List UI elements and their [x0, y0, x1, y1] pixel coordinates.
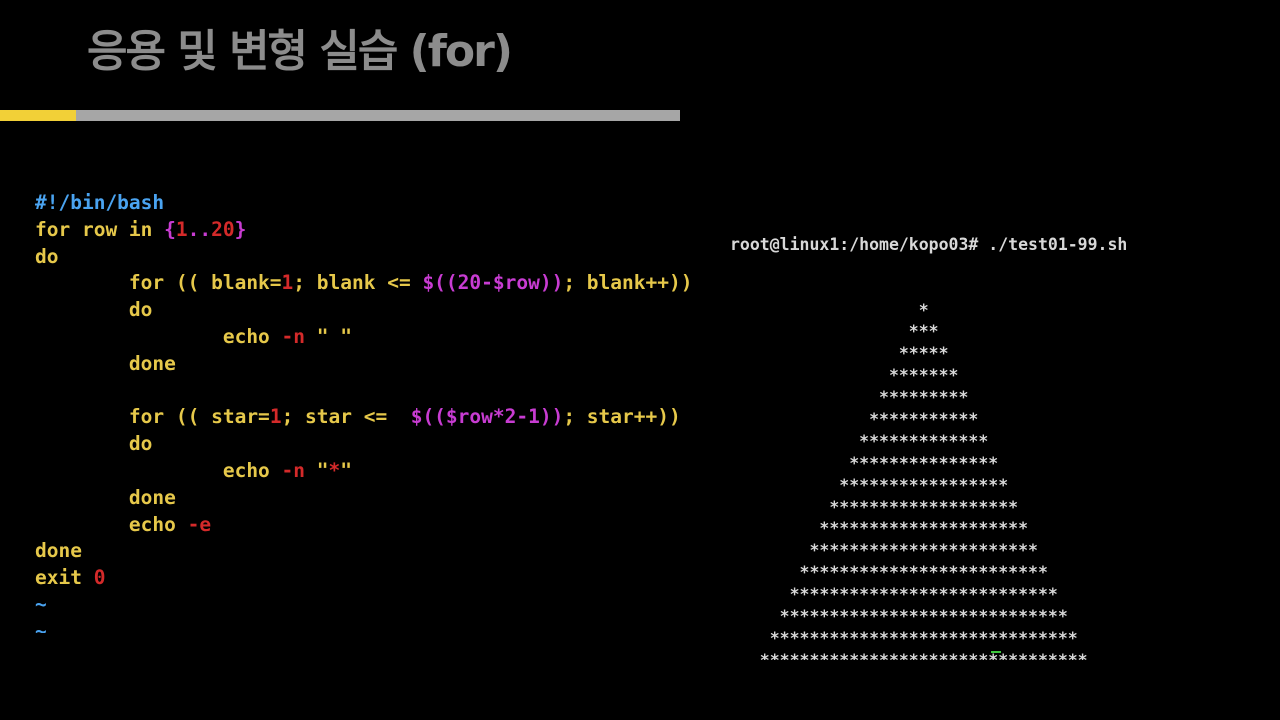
terminal-output-line: ******************* [730, 497, 1019, 517]
code-line: done [35, 485, 725, 512]
code-token: 0 [93, 566, 106, 590]
terminal-output-line: ***************** [730, 475, 1009, 495]
code-token: echo [35, 458, 282, 482]
code-token: 1 [269, 405, 282, 429]
code-token: 20 [211, 217, 235, 241]
terminal-output-line: *********** [730, 409, 979, 429]
terminal-output-line: ************************* [730, 563, 1048, 583]
code-token: } [234, 217, 247, 241]
code-line: do [35, 297, 725, 324]
terminal-output-line: ******************************* [730, 628, 1078, 648]
code-token: 1 [175, 217, 188, 241]
code-token: #!/bin/bash [35, 191, 165, 214]
terminal-output-line: *********************** [730, 541, 1038, 561]
code-line: for row in {1..20} [35, 217, 725, 244]
code-token: exit [35, 566, 94, 590]
code-token: for row in [35, 217, 165, 241]
code-line: done [35, 351, 725, 378]
slide: 응용 및 변형 실습 (for) #!/bin/bash for row in {… [0, 0, 1280, 720]
code-token: ~ [35, 619, 47, 633]
title-underline-bar [76, 110, 680, 121]
code-token: $((20-$row)) [422, 271, 564, 295]
code-line: do [35, 431, 725, 458]
terminal-output-line: *************** [730, 453, 999, 473]
code-token: echo [35, 512, 188, 536]
code-token: .. [187, 217, 212, 241]
code-line: #!/bin/bash [35, 190, 725, 217]
code-line: exit 0 [35, 565, 725, 592]
terminal-output-line: ********************************* [730, 650, 1170, 660]
code-token: ; blank++)) [563, 271, 693, 295]
code-token: " [305, 458, 329, 482]
code-token: done [35, 485, 176, 509]
code-token: do [35, 244, 59, 268]
code-token: -n [281, 324, 306, 348]
code-token: do [35, 432, 153, 456]
code-line: echo -e [35, 512, 725, 539]
title-accent-bar [0, 110, 76, 121]
terminal-output-line: *** [730, 322, 939, 342]
terminal-cursor [991, 651, 1001, 653]
terminal-output-line: * [730, 300, 929, 320]
code-token: 1 [281, 271, 294, 295]
code-token: done [35, 539, 82, 563]
code-token: ; star <= [281, 405, 411, 429]
terminal-prompt: root@linux1:/home/kopo03# ./test01-99.sh [730, 234, 1128, 254]
code-token: ; blank <= [293, 271, 423, 295]
code-token: $(($row*2-1)) [410, 405, 564, 429]
terminal-output-line: ************* [730, 431, 989, 451]
terminal-output: root@linux1:/home/kopo03# ./test01-99.sh… [730, 190, 1170, 660]
code-token: -n [281, 458, 306, 482]
terminal-output-line: ***************************** [730, 606, 1068, 626]
code-token: for (( blank= [35, 271, 282, 295]
code-line: ~ [35, 619, 725, 633]
code-line: ~ [35, 592, 725, 619]
terminal-output-line: ********* [730, 388, 969, 408]
code-token: ~ [35, 592, 47, 616]
terminal-output-line: ********************* [730, 519, 1029, 539]
code-token: for (( star= [35, 405, 270, 429]
terminal-output-line: ******* [730, 366, 959, 386]
script-code-block: #!/bin/bash for row in {1..20} do for (( b… [35, 190, 725, 633]
code-token: do [35, 298, 153, 322]
terminal-output-line: *************************** [730, 585, 1058, 605]
slide-title: 응용 및 변형 실습 (for) [87, 26, 513, 77]
code-token: " " [305, 324, 352, 348]
code-token: * [328, 458, 341, 482]
code-line: for (( blank=1; blank <= $((20-$row)); b… [35, 270, 725, 297]
code-line: do [35, 244, 725, 271]
code-line: echo -n " " [35, 324, 725, 351]
code-line: echo -n "*" [35, 458, 725, 485]
code-token: echo [35, 324, 282, 348]
code-token: -e [187, 512, 212, 536]
code-line: done [35, 538, 725, 565]
code-token: ; star++)) [563, 405, 681, 429]
code-token: " [340, 458, 353, 482]
code-line: for (( star=1; star <= $(($row*2-1)); st… [35, 404, 725, 431]
terminal-output-line: ***** [730, 344, 949, 364]
code-token: done [35, 351, 176, 375]
code-token: { [164, 217, 176, 241]
